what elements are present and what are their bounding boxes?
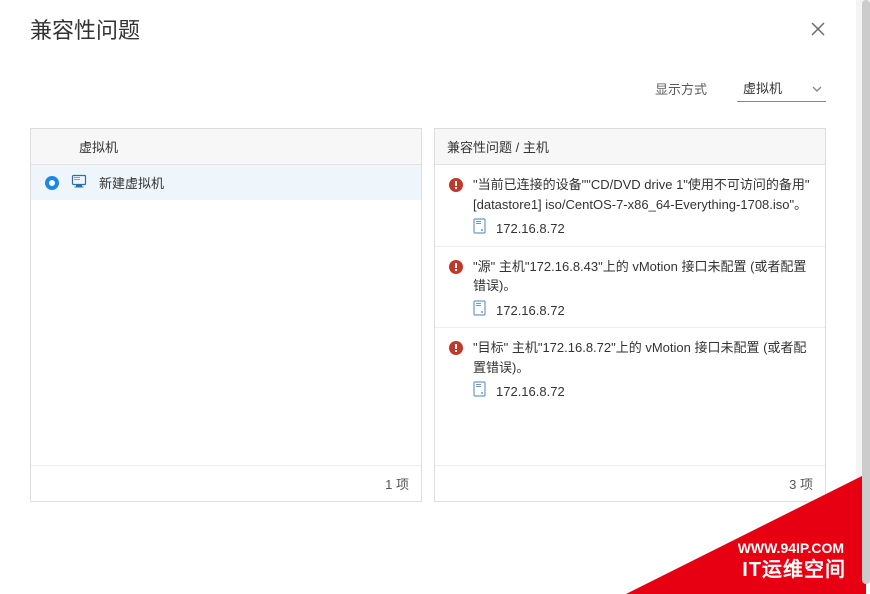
display-mode-value: 虚拟机 [743,78,782,97]
host-icon [473,381,486,403]
radio-selected-icon [45,176,59,190]
host-icon [473,218,486,240]
issues-footer: 3 项 [435,465,825,501]
vm-row[interactable]: 新建虚拟机 [31,165,421,200]
display-mode-dropdown[interactable]: 虚拟机 [737,74,826,102]
watermark-text: IT运维空间 [742,553,846,582]
toolbar: 显示方式 虚拟机 [30,68,826,108]
error-icon [449,341,463,355]
vm-list-footer: 1 项 [31,465,421,501]
issues-header: 兼容性问题 / 主机 [435,129,825,165]
issue-row: "当前已连接的设备""CD/DVD drive 1"使用不可访问的备用"[dat… [435,165,825,247]
vm-list-header: 虚拟机 [31,129,421,165]
vm-name: 新建虚拟机 [99,173,164,192]
host-icon [473,300,486,322]
issue-message: "源" 主机"172.16.8.43"上的 vMotion 接口未配置 (或者配… [473,257,811,296]
vm-list-panel: 虚拟机 新建虚拟机 1 项 [30,128,422,502]
issue-host: 172.16.8.72 [496,301,565,321]
issue-row: "目标" 主机"172.16.8.72"上的 vMotion 接口未配置 (或者… [435,328,825,409]
chevron-down-icon [812,80,822,95]
issue-row: "源" 主机"172.16.8.43"上的 vMotion 接口未配置 (或者配… [435,247,825,329]
issue-host: 172.16.8.72 [496,382,565,402]
issue-host: 172.16.8.72 [496,219,565,239]
vm-icon [71,173,87,192]
issue-message: "目标" 主机"172.16.8.72"上的 vMotion 接口未配置 (或者… [473,338,811,377]
display-mode-label: 显示方式 [655,79,707,98]
error-icon [449,178,463,192]
issue-message: "当前已连接的设备""CD/DVD drive 1"使用不可访问的备用"[dat… [473,175,811,214]
dialog-title: 兼容性问题 [30,13,140,45]
close-icon[interactable] [810,21,826,37]
issues-panel: 兼容性问题 / 主机 "当前已连接的设备""CD/DVD drive 1"使用不… [434,128,826,502]
error-icon [449,260,463,274]
watermark-url: WWW.94IP.COM [738,540,844,556]
